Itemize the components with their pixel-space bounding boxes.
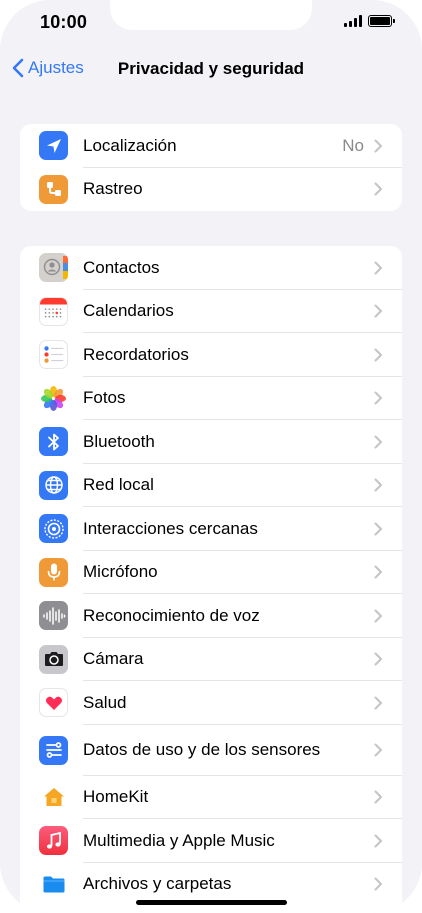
folder-icon <box>39 869 68 899</box>
tracking-icon <box>39 174 68 204</box>
microphone-icon <box>39 557 68 587</box>
row-label: Archivos y carpetas <box>83 874 232 894</box>
chevron-right-icon <box>374 877 382 891</box>
chevron-right-icon <box>374 139 382 153</box>
row-red-local[interactable]: Red local <box>20 464 402 507</box>
sensor-data-icon <box>39 735 68 765</box>
row-microfono[interactable]: Micrófono <box>20 551 402 594</box>
chevron-right-icon <box>374 565 382 579</box>
camera-icon <box>39 644 68 674</box>
heart-icon <box>39 688 68 718</box>
row-calendarios[interactable]: Calendarios <box>20 290 402 333</box>
row-label: Red local <box>83 475 154 495</box>
chevron-right-icon <box>374 304 382 318</box>
notch <box>110 0 312 30</box>
row-label: Reconocimiento de voz <box>83 605 260 625</box>
chevron-right-icon <box>374 522 382 536</box>
chevron-right-icon <box>374 391 382 405</box>
row-label: Datos de uso y de los sensores <box>83 740 321 759</box>
row-fotos[interactable]: Fotos <box>20 377 402 420</box>
waveform-icon <box>39 601 68 631</box>
chevron-right-icon <box>374 696 382 710</box>
settings-group-permissions: Contactos Calendarios Recordatorios Foto… <box>20 246 402 913</box>
row-homekit[interactable]: HomeKit <box>20 776 402 819</box>
location-arrow-icon <box>39 131 68 161</box>
chevron-right-icon <box>374 609 382 623</box>
chevron-right-icon <box>374 348 382 362</box>
chevron-right-icon <box>374 182 382 196</box>
row-label: Bluetooth <box>83 431 155 451</box>
row-salud[interactable]: Salud <box>20 681 402 725</box>
row-reconocimiento-de-voz[interactable]: Reconocimiento de voz <box>20 594 402 638</box>
nearby-interaction-icon <box>39 514 68 544</box>
chevron-right-icon <box>374 834 382 848</box>
row-label: Localización <box>83 135 177 155</box>
calendar-icon <box>39 296 68 326</box>
row-localizacion[interactable]: Localización No <box>20 124 402 168</box>
row-label: Cámara <box>83 649 144 669</box>
row-label: Contactos <box>83 257 160 277</box>
row-label: Interacciones cercanas <box>83 518 258 538</box>
music-note-icon <box>39 826 68 856</box>
row-bluetooth[interactable]: Bluetooth <box>20 420 402 464</box>
row-datos-de-uso[interactable]: Datos de uso y de los sensores <box>20 725 402 776</box>
row-contactos[interactable]: Contactos <box>20 246 402 290</box>
page-title: Privacidad y seguridad <box>117 59 305 78</box>
row-label: Multimedia y Apple Music <box>83 830 275 850</box>
home-indicator[interactable] <box>136 900 287 905</box>
row-label: Micrófono <box>83 562 158 582</box>
row-interacciones-cercanas[interactable]: Interacciones cercanas <box>20 507 402 551</box>
row-camara[interactable]: Cámara <box>20 638 402 681</box>
home-icon <box>39 782 68 812</box>
phone-screen: 10:00 Ajustes Privacidad y seguridad Loc… <box>0 0 422 913</box>
cellular-signal-icon <box>344 15 362 27</box>
photos-icon <box>39 383 68 413</box>
status-time: 10:00 <box>40 12 88 32</box>
row-multimedia[interactable]: Multimedia y Apple Music <box>20 819 402 863</box>
row-label: Rastreo <box>83 179 143 199</box>
chevron-right-icon <box>374 435 382 449</box>
row-rastreo[interactable]: Rastreo <box>20 168 402 212</box>
chevron-right-icon <box>374 261 382 275</box>
row-label: Calendarios <box>83 301 174 321</box>
reminders-icon <box>39 340 68 370</box>
row-label: HomeKit <box>83 787 149 807</box>
row-value: No <box>342 135 364 155</box>
contacts-icon <box>39 253 68 283</box>
row-recordatorios[interactable]: Recordatorios <box>20 333 402 377</box>
status-icons <box>344 15 395 27</box>
chevron-right-icon <box>374 478 382 492</box>
chevron-right-icon <box>374 652 382 666</box>
row-label: Fotos <box>83 388 126 408</box>
battery-icon <box>368 15 395 27</box>
bluetooth-icon <box>39 427 68 457</box>
globe-icon <box>39 470 68 500</box>
chevron-right-icon <box>374 743 382 757</box>
row-label: Salud <box>83 692 127 712</box>
chevron-right-icon <box>374 790 382 804</box>
navigation-bar: Ajustes Privacidad y seguridad <box>0 52 422 86</box>
row-label: Recordatorios <box>83 344 189 364</box>
settings-group-location: Localización No Rastreo <box>20 124 402 211</box>
